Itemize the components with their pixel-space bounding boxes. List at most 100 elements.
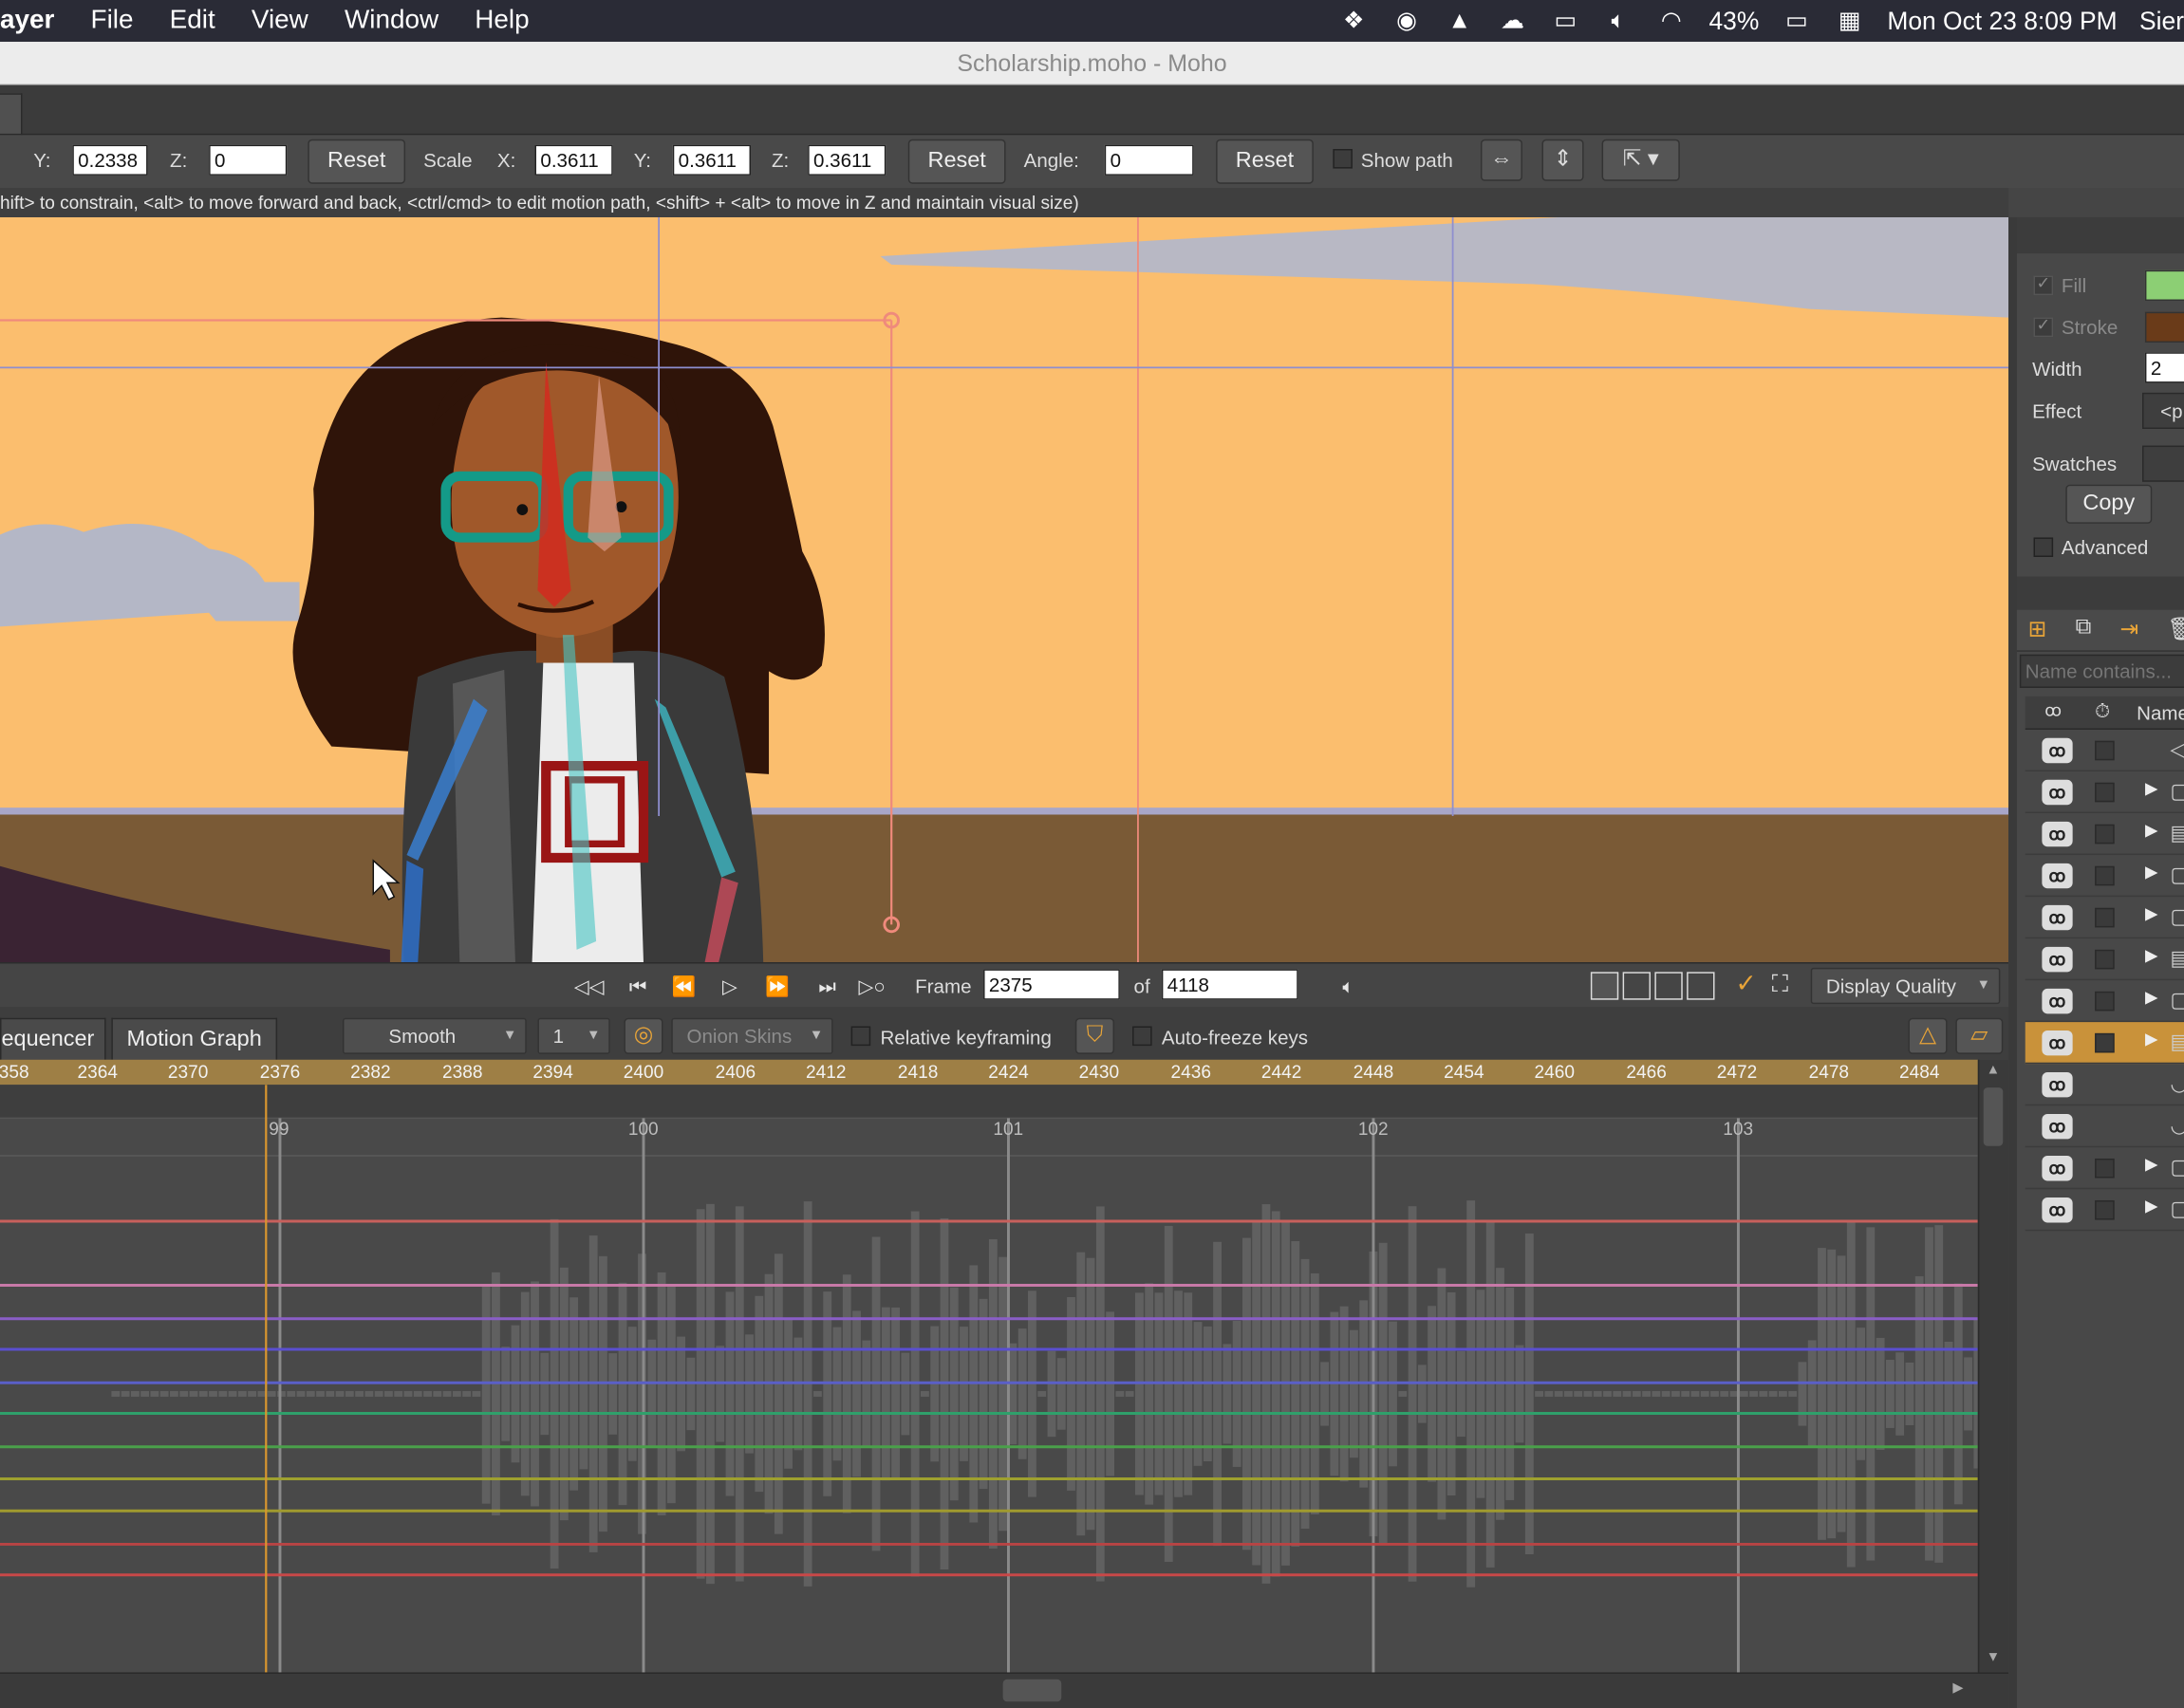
transform-options-icon[interactable]: ⇱ ▾ [1601,139,1680,181]
layer-row[interactable]: ꝏ ▶ ▢ [2025,771,2184,814]
expand-arrow-icon[interactable]: ▶ [2145,1197,2158,1216]
effect-select[interactable]: <p [2142,392,2184,429]
battery-icon[interactable]: ▭ [1782,8,1812,33]
flip-vertical-icon[interactable]: ⇕ [1541,139,1584,181]
layer-checkbox[interactable] [2095,949,2115,970]
step-back-icon[interactable]: ⏪ [664,971,703,1001]
y-position-input[interactable] [72,144,148,176]
interval-select[interactable]: 1 ▼ [537,1017,610,1054]
record-icon[interactable]: ◉ [1391,8,1422,33]
reset-scale-button[interactable]: Reset [907,139,1006,184]
show-path-checkbox[interactable] [1333,149,1353,169]
visibility-eye-icon[interactable]: ꝏ [2042,1114,2073,1140]
expand-arrow-icon[interactable]: ▶ [2145,1155,2158,1175]
fill-color-swatch[interactable] [2144,269,2184,301]
ruler-icon[interactable]: ⏥ [1955,1017,2004,1054]
frame-bounds-icon[interactable]: ⛶ [1772,971,1788,998]
layer-row[interactable]: ꝏ◁ [2025,730,2184,771]
layer-row[interactable]: ꝏ ▶ ▤ [2025,813,2184,856]
reset-position-button[interactable]: Reset [308,139,406,184]
tab-motion-graph[interactable]: Motion Graph [111,1017,277,1060]
visibility-eye-icon[interactable]: ꝏ [2042,904,2073,931]
layer-row[interactable]: ꝏ ▶ ▤ [2025,938,2184,981]
drive-icon[interactable]: ▲ [1445,8,1475,33]
expand-arrow-icon[interactable]: ▶ [2145,778,2158,798]
clock[interactable]: Mon Oct 23 8:09 PM [1887,7,2117,36]
layer-row[interactable]: ꝏ◡ [2025,1105,2184,1148]
single-view-icon[interactable] [1590,972,1619,1000]
import-layer-icon[interactable]: ⇥ [2120,616,2139,643]
quad-view-icon[interactable] [1687,972,1715,1000]
visibility-eye-icon[interactable]: ꝏ [2042,1197,2073,1223]
layer-filter-input[interactable] [2019,654,2184,688]
layer-row[interactable]: ꝏ ▶ ▢ [2025,855,2184,898]
peak-icon[interactable]: △ [1908,1017,1948,1054]
scroll-up-icon[interactable]: ▲ [1987,1063,2001,1078]
layer-checkbox[interactable] [2095,991,2115,1012]
scroll-right-icon[interactable]: ▶ [1952,1680,1963,1696]
menu-file[interactable]: File [91,6,134,36]
layer-checkbox[interactable] [2095,907,2115,928]
z-position-input[interactable] [209,144,288,176]
timeline-vertical-scrollbar[interactable]: ▲ ▼ [1977,1059,2009,1673]
name-column-header[interactable]: Name [2137,702,2184,724]
interpolation-select[interactable]: Smooth ▼ [343,1017,527,1054]
swatches-select[interactable] [2142,445,2184,482]
fill-checkbox[interactable]: ✓ [2033,273,2054,296]
layer-checkbox[interactable] [2095,1158,2115,1179]
display-quality-select[interactable]: Display Quality ▼ [1810,967,2001,1005]
expand-arrow-icon[interactable]: ▶ [2145,862,2158,882]
scroll-thumb[interactable] [1002,1679,1062,1702]
stroke-color-swatch[interactable] [2144,311,2184,343]
checkmark-icon[interactable]: ✓ [1736,969,1757,998]
flip-horizontal-icon[interactable]: ⇔ [1480,139,1522,181]
scroll-thumb[interactable] [1983,1087,2004,1146]
step-forward-icon[interactable]: ⏩ [757,971,796,1001]
duplicate-layer-icon[interactable]: ⧉ [2076,616,2092,640]
expand-arrow-icon[interactable]: ▶ [2145,820,2158,840]
layer-checkbox[interactable] [2095,865,2115,886]
angle-input[interactable] [1104,144,1194,176]
visibility-eye-icon[interactable]: ꝏ [2042,988,2073,1014]
motion-graph-area[interactable]: 99 100 101 102 103 [0,1085,1978,1673]
scale-y-input[interactable] [672,144,751,176]
menu-view[interactable]: View [252,6,308,36]
visibility-eye-icon[interactable]: ꝏ [2042,1030,2073,1056]
layer-row[interactable]: ꝏ◡ [2025,1064,2184,1106]
step-to-last-icon[interactable]: ⏭ [808,971,847,1001]
split-view-icon[interactable] [1622,972,1651,1000]
tab-sequencer[interactable]: equencer [0,1017,106,1060]
layer-row[interactable]: ꝏ ▶ ▢ [2025,1189,2184,1232]
canvas-viewport[interactable] [0,216,2009,963]
onion-skins-select[interactable]: Onion Skins ▼ [671,1017,833,1054]
menu-edit[interactable]: Edit [170,6,215,36]
timeline-horizontal-scrollbar[interactable]: ▶ [0,1672,2009,1708]
stroke-checkbox[interactable]: ✓ [2033,315,2054,338]
reset-angle-button[interactable]: Reset [1216,139,1314,184]
layer-row[interactable]: ꝏ ▶ ▢ [2025,980,2184,1023]
expand-arrow-icon[interactable]: ▶ [2145,903,2158,923]
layer-row[interactable]: ꝏ ▶ ▢ [2025,897,2184,939]
new-layer-icon[interactable]: ⊞ [2028,616,2047,643]
rewind-to-start-icon[interactable]: ◁◁ [569,971,608,1001]
total-frames-input[interactable] [1161,969,1298,1000]
play-icon[interactable]: ▷ [710,971,749,1001]
document-tab[interactable] [0,93,23,136]
visibility-eye-icon[interactable]: ꝏ [2042,1071,2073,1098]
calendar-icon[interactable]: ▦ [1835,8,1865,33]
layer-checkbox[interactable] [2095,782,2115,803]
wifi-icon[interactable]: ◠ [1656,8,1687,33]
scale-x-input[interactable] [534,144,613,176]
visibility-eye-icon[interactable]: ꝏ [2042,737,2073,764]
visibility-eye-icon[interactable]: ꝏ [2042,946,2073,973]
visibility-eye-icon[interactable]: ꝏ [2042,863,2073,889]
expand-arrow-icon[interactable]: ▶ [2145,945,2158,965]
keyframe-shield-icon[interactable]: ⛉ [1074,1017,1114,1054]
layer-checkbox[interactable] [2095,1199,2115,1220]
relative-keyframing-checkbox[interactable] [850,1026,871,1047]
visibility-eye-icon[interactable]: ꝏ [2042,821,2073,847]
advanced-checkbox[interactable] [2033,537,2054,557]
layer-checkbox[interactable] [2095,740,2115,761]
auto-freeze-checkbox[interactable] [1132,1026,1152,1047]
dropbox-icon[interactable]: ❖ [1338,8,1369,33]
